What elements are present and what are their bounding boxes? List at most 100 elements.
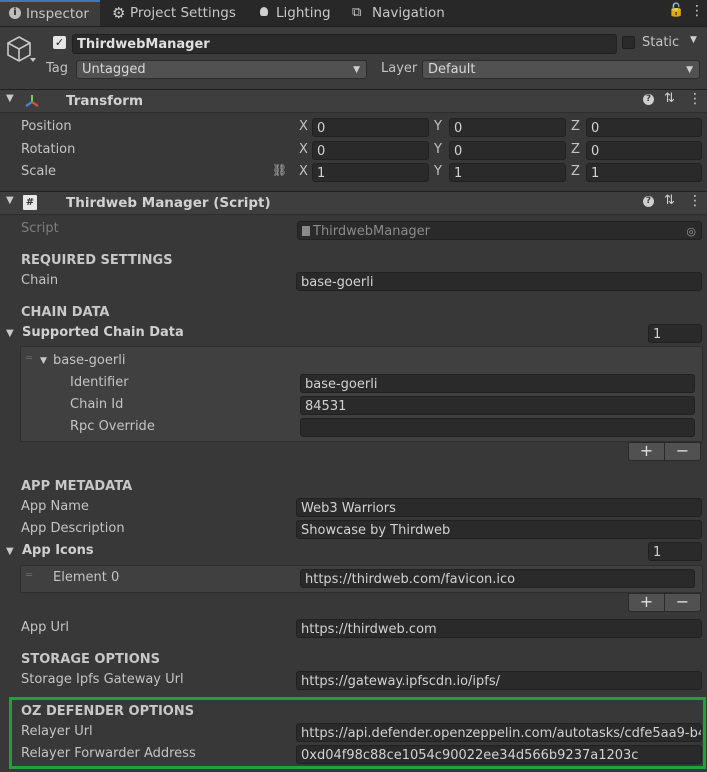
- element-0-label: Element 0: [53, 570, 120, 585]
- tab-label: Project Settings: [130, 5, 236, 21]
- axis-z-label[interactable]: Z: [571, 119, 580, 134]
- transform-axis-icon: [25, 95, 39, 107]
- position-y-input[interactable]: 0: [449, 118, 566, 137]
- drag-handle-icon[interactable]: ═: [26, 570, 32, 581]
- gear-icon: ⚙: [112, 4, 126, 22]
- layer-label: Layer: [381, 61, 418, 76]
- app-url-input[interactable]: https://thirdweb.com: [296, 619, 702, 638]
- position-label: Position: [21, 119, 72, 134]
- position-z-input[interactable]: 0: [586, 118, 702, 137]
- foldout-arrow-icon[interactable]: ▼: [6, 546, 14, 557]
- add-element-button[interactable]: +: [628, 593, 665, 612]
- more-icon[interactable]: ⋮: [688, 91, 702, 107]
- axis-y-label[interactable]: Y: [434, 164, 442, 179]
- tab-navigation[interactable]: ⧉ Navigation: [352, 0, 452, 26]
- supported-chain-data-label[interactable]: Supported Chain Data: [22, 325, 184, 340]
- chain-id-label: Chain Id: [70, 397, 124, 412]
- layer-dropdown[interactable]: Default ▼: [422, 60, 700, 79]
- presets-icon[interactable]: ⇅: [664, 91, 675, 106]
- tab-project-settings[interactable]: ⚙ Project Settings: [112, 0, 242, 26]
- object-name-input[interactable]: ThirdwebManager: [72, 34, 617, 54]
- script-value: ThirdwebManager: [313, 224, 431, 239]
- relayer-forwarder-label: Relayer Forwarder Address: [21, 746, 196, 761]
- axis-x-label[interactable]: X: [299, 164, 308, 179]
- foldout-arrow-icon[interactable]: ▼: [6, 328, 14, 339]
- tab-inspector[interactable]: i Inspector: [0, 0, 100, 26]
- bulb-icon: [260, 7, 268, 16]
- foldout-arrow-icon[interactable]: ▼: [40, 356, 47, 366]
- remove-element-button[interactable]: −: [664, 593, 701, 612]
- object-picker-icon[interactable]: ◎: [686, 222, 696, 239]
- element-0-input[interactable]: https://thirdweb.com/favicon.ico: [300, 569, 695, 588]
- more-icon[interactable]: ⋮: [688, 193, 702, 209]
- relayer-forwarder-input[interactable]: 0xd04f98c88ce1054c90022ee34d566b9237a120…: [296, 745, 702, 764]
- axis-z-label[interactable]: Z: [571, 164, 580, 179]
- required-settings-header: REQUIRED SETTINGS: [21, 253, 173, 268]
- foldout-arrow-icon[interactable]: ▼: [6, 195, 14, 206]
- active-checkbox[interactable]: ✓: [53, 36, 66, 49]
- help-icon[interactable]: ?: [643, 196, 654, 207]
- app-name-label: App Name: [21, 499, 89, 514]
- position-x-input[interactable]: 0: [312, 118, 429, 137]
- axis-x-label[interactable]: X: [299, 119, 308, 134]
- script-file-icon: #: [23, 195, 37, 210]
- presets-icon[interactable]: ⇅: [664, 193, 675, 208]
- static-checkbox[interactable]: [622, 36, 635, 49]
- chain-element-name[interactable]: base-goerli: [53, 353, 125, 368]
- component-title: Transform: [66, 93, 144, 109]
- chevron-down-icon: ▼: [353, 65, 360, 75]
- rotation-label: Rotation: [21, 142, 76, 157]
- script-reference-field: ThirdwebManager ◎: [297, 221, 702, 240]
- tab-lighting[interactable]: Lighting: [258, 0, 338, 26]
- scale-label: Scale: [21, 164, 56, 179]
- storage-gateway-input[interactable]: https://gateway.ipfscdn.io/ipfs/: [296, 671, 702, 690]
- storage-options-header: STORAGE OPTIONS: [21, 652, 161, 667]
- app-description-input[interactable]: Showcase by Thirdweb: [296, 520, 702, 539]
- rotation-z-input[interactable]: 0: [586, 141, 702, 160]
- axis-y-label[interactable]: Y: [434, 142, 442, 157]
- app-url-label: App Url: [21, 620, 70, 635]
- drag-handle-icon[interactable]: ═: [26, 353, 32, 364]
- axis-z-label[interactable]: Z: [571, 142, 580, 157]
- app-metadata-header: APP METADATA: [21, 479, 133, 494]
- oz-defender-header: OZ DEFENDER OPTIONS: [21, 704, 195, 719]
- script-label: Script: [21, 221, 59, 236]
- tag-value: Untagged: [82, 62, 146, 77]
- tag-dropdown[interactable]: Untagged ▼: [76, 60, 367, 79]
- axis-x-label[interactable]: X: [299, 142, 308, 157]
- storage-gateway-label: Storage Ipfs Gateway Url: [21, 672, 184, 687]
- component-title: Thirdweb Manager (Script): [66, 195, 271, 211]
- remove-element-button[interactable]: −: [664, 442, 701, 461]
- chain-label: Chain: [21, 273, 59, 288]
- scale-x-input[interactable]: 1: [312, 163, 429, 182]
- more-icon[interactable]: ⋮: [690, 3, 704, 19]
- gameobject-cube-icon[interactable]: [6, 34, 36, 66]
- axis-y-label[interactable]: Y: [434, 119, 442, 134]
- script-component-header[interactable]: ▼ # Thirdweb Manager (Script) ? ⇅ ⋮: [0, 191, 707, 215]
- transform-header[interactable]: ▼ Transform ? ⇅ ⋮: [0, 89, 707, 113]
- supported-chain-count-input[interactable]: 1: [648, 324, 702, 343]
- scale-y-input[interactable]: 1: [449, 163, 566, 182]
- app-icons-count-input[interactable]: 1: [648, 542, 702, 561]
- lock-icon[interactable]: 🔓: [668, 3, 684, 18]
- app-icons-label[interactable]: App Icons: [22, 543, 94, 558]
- relayer-url-input[interactable]: https://api.defender.openzeppelin.com/au…: [296, 723, 702, 742]
- foldout-arrow-icon[interactable]: ▼: [6, 93, 14, 104]
- link-icon[interactable]: ⛓: [272, 163, 287, 177]
- static-dropdown-caret[interactable]: ▼: [690, 35, 697, 45]
- chain-id-input[interactable]: 84531: [300, 396, 695, 415]
- tab-label: Navigation: [372, 5, 445, 21]
- scale-z-input[interactable]: 1: [586, 163, 702, 182]
- help-icon[interactable]: ?: [643, 94, 654, 105]
- rpc-override-input[interactable]: [300, 418, 695, 437]
- rotation-x-input[interactable]: 0: [312, 141, 429, 160]
- script-file-icon: [302, 226, 310, 236]
- rotation-y-input[interactable]: 0: [449, 141, 566, 160]
- chain-input[interactable]: base-goerli: [296, 272, 702, 291]
- tab-label: Inspector: [26, 6, 89, 22]
- identifier-input[interactable]: base-goerli: [300, 374, 695, 393]
- tab-label: Lighting: [276, 5, 331, 21]
- app-name-input[interactable]: Web3 Warriors: [296, 498, 702, 517]
- layer-value: Default: [428, 62, 476, 77]
- add-element-button[interactable]: +: [628, 442, 665, 461]
